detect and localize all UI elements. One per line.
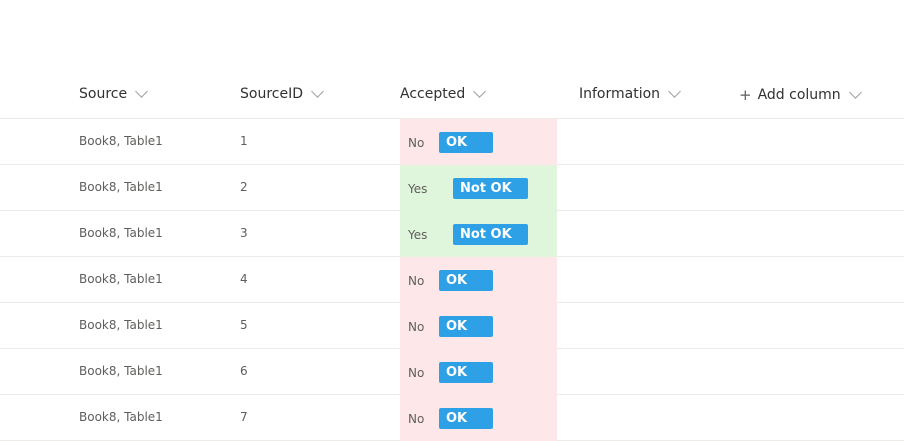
accepted-value: Yes [408, 182, 428, 196]
accepted-cell: No OK [400, 303, 557, 349]
chevron-down-icon [473, 84, 487, 98]
accepted-value: No [408, 136, 425, 150]
column-header-source[interactable]: Source [79, 84, 148, 102]
information-cell [579, 211, 729, 257]
column-label: Source [79, 86, 128, 102]
sourceid-cell: 5 [240, 318, 248, 332]
accepted-cell: No OK [400, 257, 557, 303]
accepted-value: No [408, 412, 425, 426]
information-cell [579, 119, 729, 165]
column-header-accepted[interactable]: Accepted [400, 84, 487, 102]
information-cell [579, 303, 729, 349]
sourceid-cell: 6 [240, 364, 248, 378]
ok-button[interactable]: OK [439, 362, 493, 383]
ok-button[interactable]: OK [439, 270, 493, 291]
table-row[interactable]: Book8, Table1 2 Yes Not OK [0, 165, 904, 211]
table-row[interactable]: Book8, Table1 7 No OK [0, 395, 904, 441]
sourceid-cell: 4 [240, 272, 248, 286]
accepted-cell: No OK [400, 349, 557, 395]
information-cell [579, 165, 729, 211]
add-column-button[interactable]: + Add column [739, 85, 862, 104]
column-label: SourceID [240, 86, 303, 102]
accepted-value: Yes [408, 228, 428, 242]
chevron-down-icon [668, 84, 681, 98]
accepted-value: No [408, 274, 425, 288]
sourceid-cell: 7 [240, 410, 248, 424]
accepted-cell: No OK [400, 395, 557, 441]
accepted-cell: Yes Not OK [400, 211, 557, 257]
ok-button[interactable]: OK [439, 132, 493, 153]
accepted-value: No [408, 320, 425, 334]
source-cell: Book8, Table1 [79, 226, 163, 240]
not-ok-button[interactable]: Not OK [453, 178, 528, 199]
information-cell [579, 349, 729, 395]
source-cell: Book8, Table1 [79, 410, 163, 424]
table-row[interactable]: Book8, Table1 3 Yes Not OK [0, 211, 904, 257]
column-header-sourceid[interactable]: SourceID [240, 84, 324, 102]
table-row[interactable]: Book8, Table1 6 No OK [0, 349, 904, 395]
accepted-cell: Yes Not OK [400, 165, 557, 211]
sourceid-cell: 2 [240, 180, 248, 194]
chevron-down-icon [311, 84, 324, 98]
accepted-value: No [408, 366, 425, 380]
column-header-row: Source SourceID Accepted Information + Ad… [0, 0, 904, 119]
accepted-cell: No OK [400, 119, 557, 165]
source-cell: Book8, Table1 [79, 272, 163, 286]
information-cell [579, 257, 729, 303]
sourceid-cell: 1 [240, 134, 248, 148]
ok-button[interactable]: OK [439, 408, 493, 429]
source-cell: Book8, Table1 [79, 318, 163, 332]
table-row[interactable]: Book8, Table1 1 No OK [0, 119, 904, 165]
table-row[interactable]: Book8, Table1 5 No OK [0, 303, 904, 349]
table-row[interactable]: Book8, Table1 4 No OK [0, 257, 904, 303]
column-label: Accepted [400, 86, 466, 102]
source-cell: Book8, Table1 [79, 364, 163, 378]
chevron-down-icon [135, 84, 148, 98]
chevron-down-icon [848, 85, 862, 99]
column-header-information[interactable]: Information [579, 84, 681, 102]
plus-icon: + [739, 86, 752, 104]
ok-button[interactable]: OK [439, 316, 493, 337]
source-cell: Book8, Table1 [79, 180, 163, 194]
sourceid-cell: 3 [240, 226, 248, 240]
not-ok-button[interactable]: Not OK [453, 224, 528, 245]
information-cell [579, 395, 729, 441]
source-cell: Book8, Table1 [79, 134, 163, 148]
column-label: Information [579, 86, 661, 102]
column-label: Add column [757, 87, 841, 103]
